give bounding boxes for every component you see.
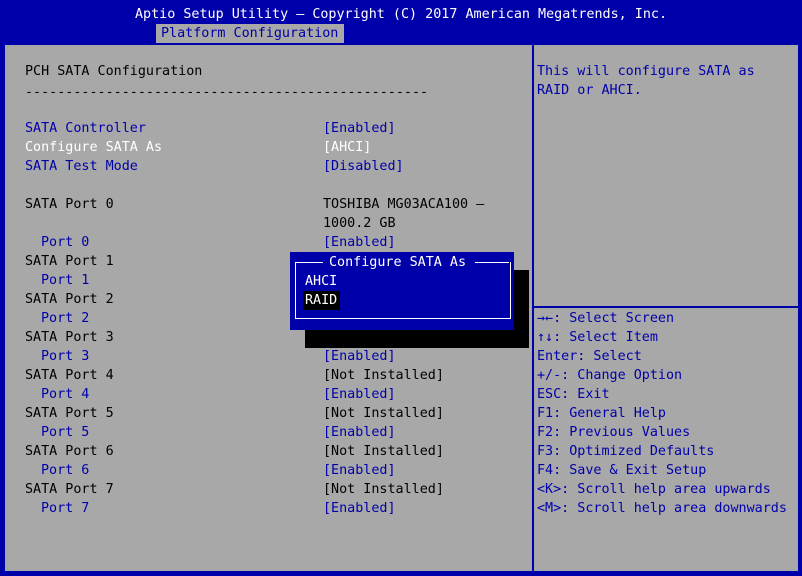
- window-title: Aptio Setup Utility – Copyright (C) 2017…: [134, 7, 668, 22]
- sata-port-2-label: SATA Port 2: [25, 292, 114, 307]
- sata-port-5-device: [Not Installed]: [323, 406, 444, 421]
- popup-option-ahci[interactable]: AHCI: [305, 272, 337, 291]
- key-enter-select: Enter: Select: [537, 349, 642, 364]
- popup-frame-top-left: [295, 262, 323, 263]
- key-scroll-down: <M>: Scroll help area downwards: [537, 501, 787, 516]
- sata-port-6-label: SATA Port 6: [25, 444, 114, 459]
- port-7-label[interactable]: Port 7: [41, 499, 89, 518]
- key-general-help: F1: General Help: [537, 406, 666, 421]
- frame-right-border: [798, 43, 800, 573]
- port-3-value[interactable]: [Enabled]: [323, 347, 396, 366]
- popup-title: Configure SATA As: [329, 255, 467, 270]
- port-5-label[interactable]: Port 5: [41, 423, 89, 442]
- port-7-value[interactable]: [Enabled]: [323, 499, 396, 518]
- key-change-option: +/-: Change Option: [537, 368, 683, 383]
- section-divider: ----------------------------------------…: [25, 85, 429, 100]
- sata-port-6-device: [Not Installed]: [323, 444, 444, 459]
- port-0-value[interactable]: [Enabled]: [323, 233, 396, 252]
- help-text-line-2: RAID or AHCI.: [537, 83, 642, 98]
- sata-controller-label[interactable]: SATA Controller: [25, 119, 146, 138]
- key-select-item: ↑↓: Select Item: [537, 330, 658, 345]
- frame-left-border: [3, 43, 5, 573]
- panel-divider: [532, 43, 534, 573]
- port-6-value[interactable]: [Enabled]: [323, 461, 396, 480]
- sata-port-7-label: SATA Port 7: [25, 482, 114, 497]
- key-scroll-up: <K>: Scroll help area upwards: [537, 482, 771, 497]
- key-save-exit: F4: Save & Exit Setup: [537, 463, 707, 478]
- tab-platform-configuration[interactable]: Platform Configuration: [156, 24, 344, 44]
- sata-port-5-label: SATA Port 5: [25, 406, 114, 421]
- configure-sata-as-label[interactable]: Configure SATA As: [25, 138, 162, 157]
- sata-test-mode-label[interactable]: SATA Test Mode: [25, 157, 138, 176]
- sata-controller-value[interactable]: [Enabled]: [323, 119, 396, 138]
- configure-sata-as-value[interactable]: [AHCI]: [323, 138, 371, 157]
- sata-port-1-label: SATA Port 1: [25, 254, 114, 269]
- frame-top-border: [3, 43, 800, 45]
- port-1-label[interactable]: Port 1: [41, 271, 89, 290]
- port-0-label[interactable]: Port 0: [41, 233, 89, 252]
- sata-port-0-label: SATA Port 0: [25, 197, 114, 212]
- sata-port-4-label: SATA Port 4: [25, 368, 114, 383]
- key-select-screen: →←: Select Screen: [537, 311, 675, 326]
- sata-port-0-device: TOSHIBA MG03ACA100 –: [323, 197, 485, 212]
- popup-option-raid[interactable]: RAID: [303, 291, 341, 310]
- popup-frame-top-right: [475, 262, 509, 263]
- sata-test-mode-value[interactable]: [Disabled]: [323, 157, 404, 176]
- frame-bottom-border: [3, 571, 800, 573]
- port-2-label[interactable]: Port 2: [41, 309, 89, 328]
- help-keys-divider: [534, 306, 798, 308]
- sata-port-7-device: [Not Installed]: [323, 482, 444, 497]
- port-4-label[interactable]: Port 4: [41, 385, 89, 404]
- sata-port-3-label: SATA Port 3: [25, 330, 114, 345]
- port-3-label[interactable]: Port 3: [41, 347, 89, 366]
- help-text-line-1: This will configure SATA as: [537, 64, 755, 79]
- key-previous-values: F2: Previous Values: [537, 425, 691, 440]
- section-title: PCH SATA Configuration: [25, 64, 203, 79]
- sata-port-4-device: [Not Installed]: [323, 368, 444, 383]
- key-optimized-defaults: F3: Optimized Defaults: [537, 444, 715, 459]
- port-4-value[interactable]: [Enabled]: [323, 385, 396, 404]
- key-esc-exit: ESC: Exit: [537, 387, 610, 402]
- port-5-value[interactable]: [Enabled]: [323, 423, 396, 442]
- sata-port-0-capacity: 1000.2 GB: [323, 216, 396, 231]
- port-6-label[interactable]: Port 6: [41, 461, 89, 480]
